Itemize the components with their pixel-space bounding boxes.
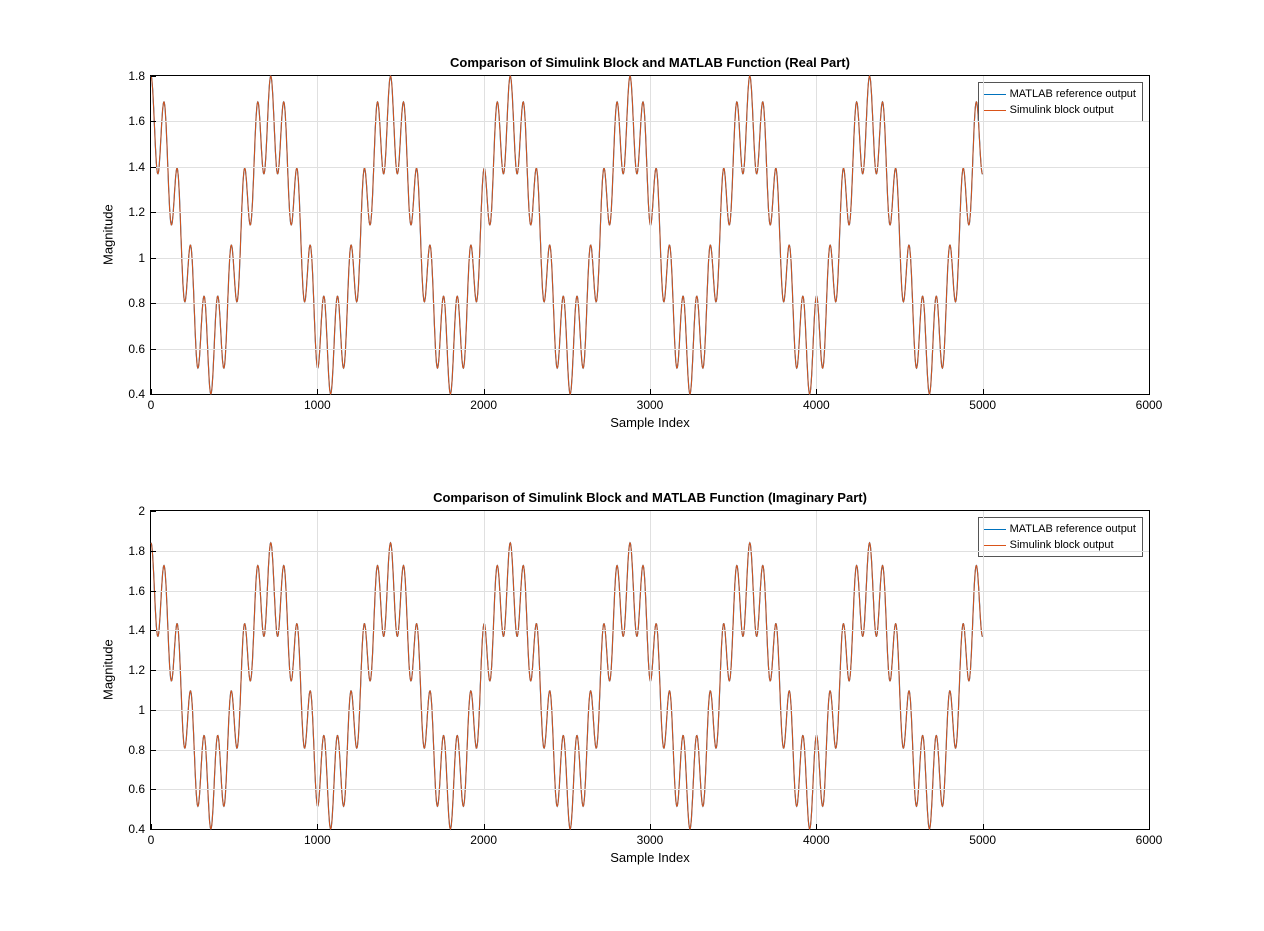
- ytick-label: 1.2: [128, 663, 145, 677]
- ytick-label: 0.8: [128, 296, 145, 310]
- subplot-real: Comparison of Simulink Block and MATLAB …: [150, 75, 1150, 395]
- xtick-label: 4000: [803, 833, 830, 847]
- xlabel-real: Sample Index: [150, 415, 1150, 430]
- ytick-label: 0.8: [128, 743, 145, 757]
- legend-label: Simulink block output: [1010, 102, 1114, 118]
- xtick-label: 6000: [1136, 398, 1163, 412]
- legend-swatch: [984, 529, 1006, 530]
- legend-swatch: [984, 94, 1006, 95]
- legend-label: MATLAB reference output: [1010, 521, 1136, 537]
- xtick-label: 5000: [969, 833, 996, 847]
- subplot-imag: Comparison of Simulink Block and MATLAB …: [150, 510, 1150, 830]
- ytick-label: 1.4: [128, 160, 145, 174]
- ytick-label: 0.4: [128, 387, 145, 401]
- ylabel-imag: Magnitude: [100, 510, 116, 830]
- xtick-label: 1000: [304, 833, 331, 847]
- xtick-label: 6000: [1136, 833, 1163, 847]
- xtick-label: 2000: [470, 398, 497, 412]
- ytick-label: 1: [138, 703, 145, 717]
- ylabel-real: Magnitude: [100, 75, 116, 395]
- legend-entry: MATLAB reference output: [984, 86, 1136, 102]
- chart-title-imag: Comparison of Simulink Block and MATLAB …: [150, 490, 1150, 505]
- legend-swatch: [984, 545, 1006, 546]
- xtick-label: 0: [148, 833, 155, 847]
- chart-title-real: Comparison of Simulink Block and MATLAB …: [150, 55, 1150, 70]
- ytick-label: 0.6: [128, 342, 145, 356]
- xtick-label: 4000: [803, 398, 830, 412]
- axes-imag: MATLAB reference output Simulink block o…: [150, 510, 1150, 830]
- xtick-label: 3000: [637, 833, 664, 847]
- figure: Comparison of Simulink Block and MATLAB …: [0, 0, 1264, 931]
- xlabel-imag: Sample Index: [150, 850, 1150, 865]
- axes-real: MATLAB reference output Simulink block o…: [150, 75, 1150, 395]
- ytick-label: 1.2: [128, 205, 145, 219]
- ytick-label: 1.8: [128, 544, 145, 558]
- legend-swatch: [984, 110, 1006, 111]
- ytick-label: 0.4: [128, 822, 145, 836]
- xtick-label: 5000: [969, 398, 996, 412]
- legend-entry: Simulink block output: [984, 102, 1136, 118]
- xtick-label: 1000: [304, 398, 331, 412]
- series-line: [151, 543, 983, 829]
- xtick-label: 2000: [470, 833, 497, 847]
- ytick-label: 1.6: [128, 584, 145, 598]
- ytick-label: 2: [138, 504, 145, 518]
- ytick-label: 1: [138, 251, 145, 265]
- ytick-label: 1.6: [128, 114, 145, 128]
- xtick-label: 0: [148, 398, 155, 412]
- ytick-label: 0.6: [128, 782, 145, 796]
- legend-entry: MATLAB reference output: [984, 521, 1136, 537]
- xtick-label: 3000: [637, 398, 664, 412]
- legend-real: MATLAB reference output Simulink block o…: [978, 82, 1143, 122]
- series-line: [151, 76, 983, 394]
- legend-label: MATLAB reference output: [1010, 86, 1136, 102]
- ytick-label: 1.8: [128, 69, 145, 83]
- ytick-label: 1.4: [128, 623, 145, 637]
